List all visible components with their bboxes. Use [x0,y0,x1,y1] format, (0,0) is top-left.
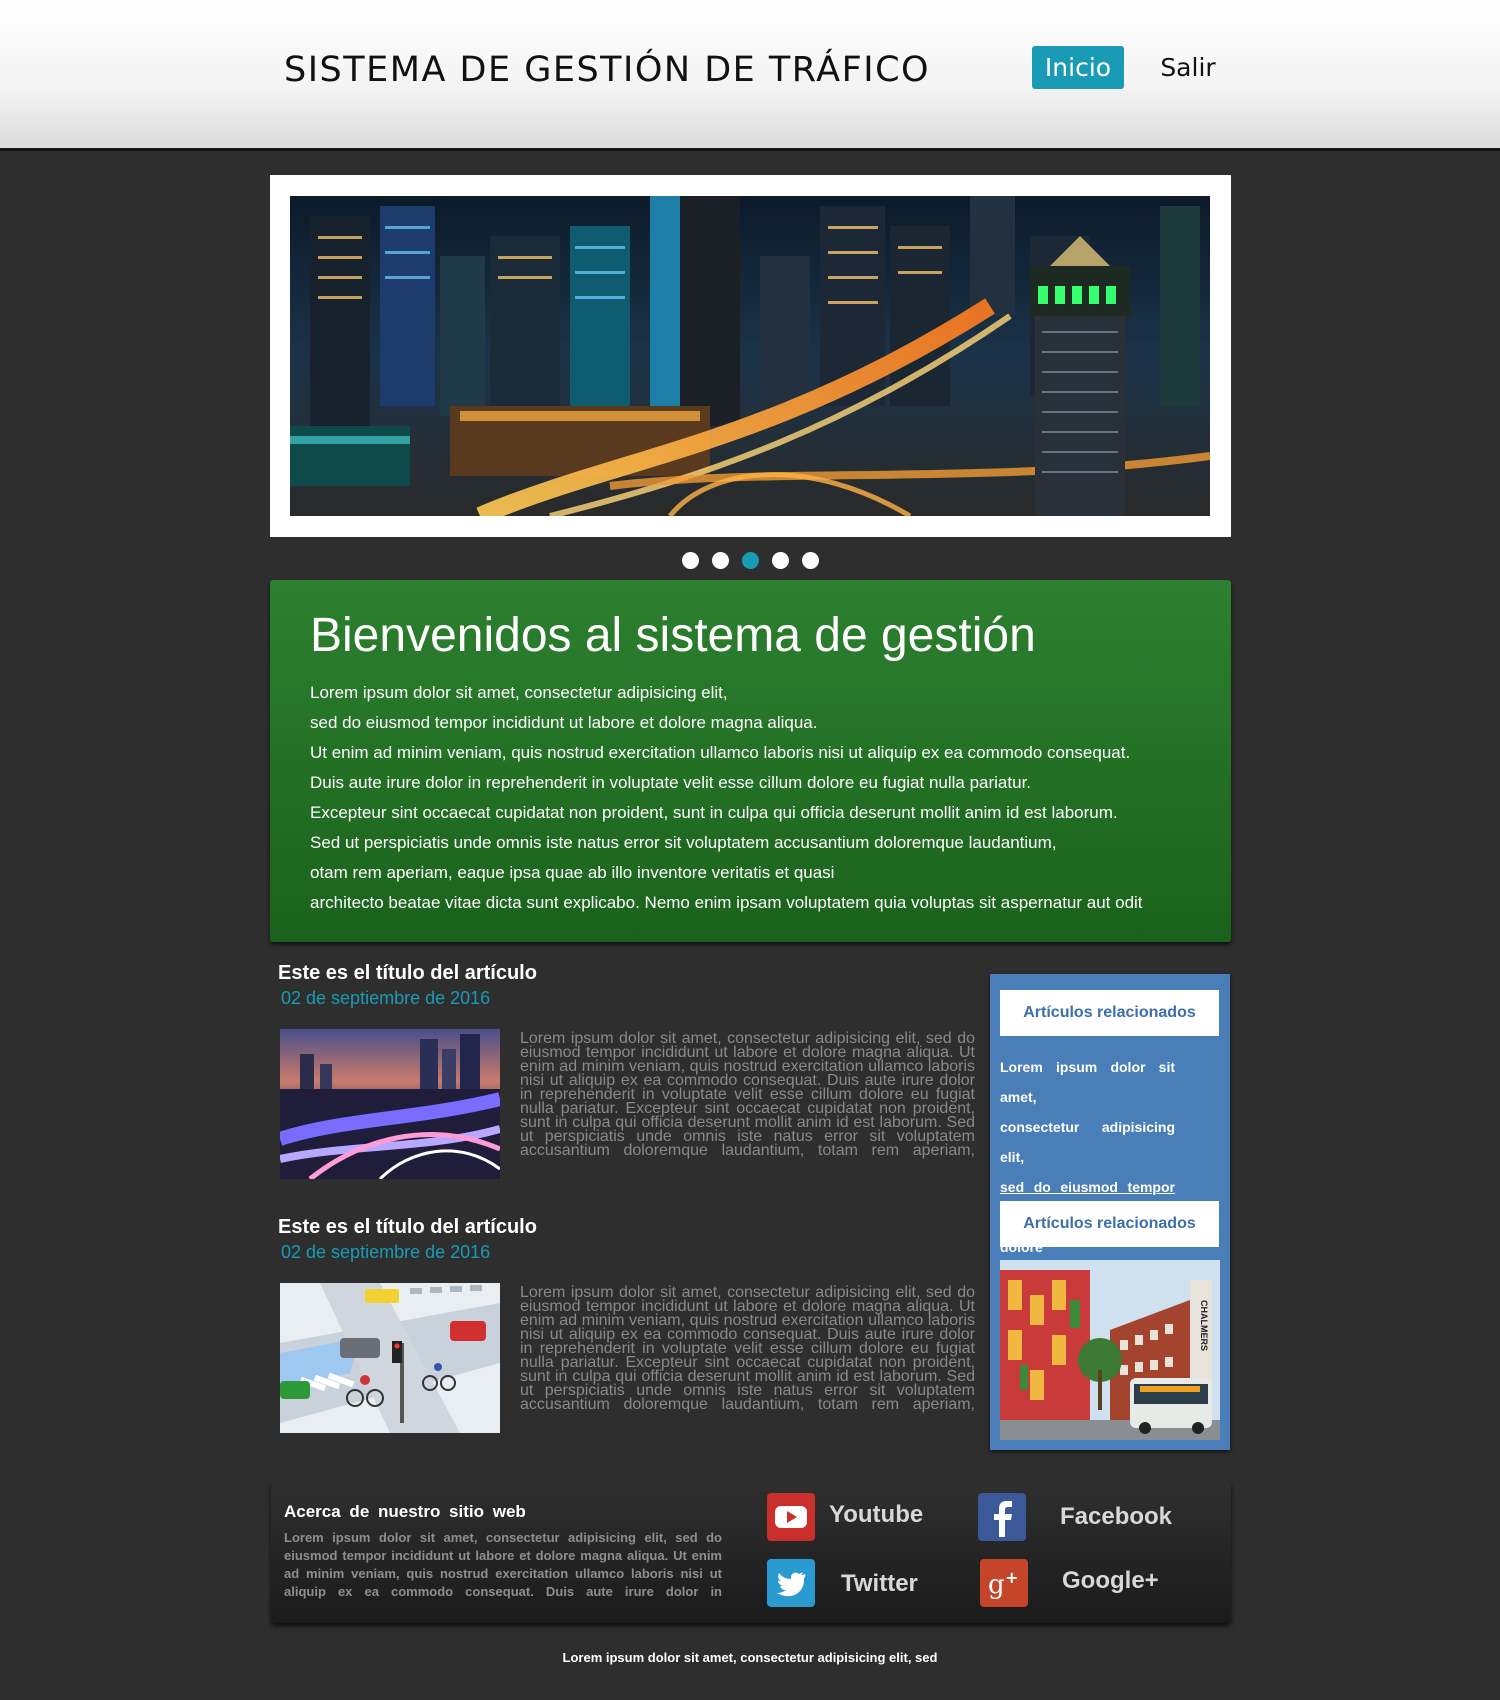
related-photo-chalmers-bus[interactable]: CHALMERS [1000,1260,1220,1440]
welcome-text: Lorem ipsum dolor sit amet, consectetur … [310,678,1210,918]
article-title[interactable]: Este es el título del artículo [278,1216,537,1239]
slider-dot-5[interactable] [802,552,819,569]
article-date: 02 de septiembre de 2016 [281,1242,491,1262]
welcome-line: Sed ut perspiciatis unde omnis iste natu… [310,833,1057,852]
twitter-link[interactable]: Twitter [767,1559,947,1609]
article-thumbnail-intersection[interactable] [280,1283,500,1433]
about-text: Lorem ipsum dolor sit amet, consectetur … [284,1530,722,1599]
slider-dot-2[interactable] [712,552,729,569]
welcome-line: Lorem ipsum dolor sit amet, consectetur … [310,683,728,702]
welcome-title: Bienvenidos al sistema de gestión [310,609,1036,662]
welcome-panel: Bienvenidos al sistema de gestión Lorem … [270,580,1231,942]
google-plus-label: Google+ [1062,1567,1159,1594]
related-heading: Artículos relacionados [1000,990,1219,1036]
article-title[interactable]: Este es el título del artículo [278,962,537,985]
article-date: 02 de septiembre de 2016 [281,988,491,1008]
related-line: consectetur adipisicing elit, [1000,1119,1175,1165]
youtube-label: Youtube [829,1501,924,1528]
nav-logout-button[interactable]: Salir [1148,46,1228,89]
footer-card: Acerca de nuestro sitio web Lorem ipsum … [271,1481,1231,1623]
site-title: SISTEMA DE GESTIÓN DE TRÁFICO [284,50,931,90]
welcome-line: architecto beatae vitae dicta sunt expli… [310,893,1143,912]
photo-sign-text: CHALMERS [1199,1300,1209,1351]
slider-dot-1[interactable] [682,552,699,569]
related-articles-sidebar: Artículos relacionados Lorem ipsum dolor… [990,974,1230,1450]
nav-home-button[interactable]: Inicio [1032,46,1124,89]
article-card: Este es el título del artículo 02 de sep… [278,962,978,1202]
slider-dot-4[interactable] [772,552,789,569]
facebook-link[interactable]: Facebook [978,1493,1188,1543]
about-title: Acerca de nuestro sitio web [284,1502,526,1521]
city-night-slide-image [290,196,1210,516]
welcome-line: otam rem aperiam, eaque ipsa quae ab ill… [310,863,835,882]
twitter-label: Twitter [841,1570,918,1597]
youtube-link[interactable]: Youtube [767,1493,947,1543]
bottom-footer-text: Lorem ipsum dolor sit amet, consectetur … [562,1650,938,1665]
welcome-line: Excepteur sint occaecat cupidatat non pr… [310,803,1118,822]
slider-pagination [670,552,830,570]
welcome-line: sed do eiusmod tempor incididunt ut labo… [310,713,818,732]
svg-text:+: + [1005,1568,1018,1587]
article-card: Este es el título del artículo 02 de sep… [278,1216,978,1456]
related-link[interactable]: sed do eiusmod tempor [1000,1179,1175,1195]
image-slider [270,175,1231,537]
facebook-label: Facebook [1060,1503,1173,1530]
site-header: SISTEMA DE GESTIÓN DE TRÁFICO Inicio Sal… [0,0,1500,151]
svg-text:g: g [988,1570,1005,1600]
twitter-icon [767,1559,815,1607]
youtube-icon [767,1493,815,1541]
facebook-icon [978,1493,1026,1541]
article-body: Lorem ipsum dolor sit amet, consectetur … [520,1030,975,1159]
article-body: Lorem ipsum dolor sit amet, consectetur … [520,1284,975,1413]
related-heading: Artículos relacionados [1000,1201,1219,1247]
welcome-line: Duis aute irure dolor in reprehenderit i… [310,773,1032,792]
article-thumbnail-highway-night[interactable] [280,1029,500,1179]
slider-dot-3[interactable] [742,552,759,569]
google-plus-link[interactable]: g + Google+ [980,1559,1190,1609]
google-plus-icon: g + [980,1559,1028,1607]
welcome-line: Ut enim ad minim veniam, quis nostrud ex… [310,743,1131,762]
related-line: Lorem ipsum dolor sit amet, [1000,1059,1175,1105]
